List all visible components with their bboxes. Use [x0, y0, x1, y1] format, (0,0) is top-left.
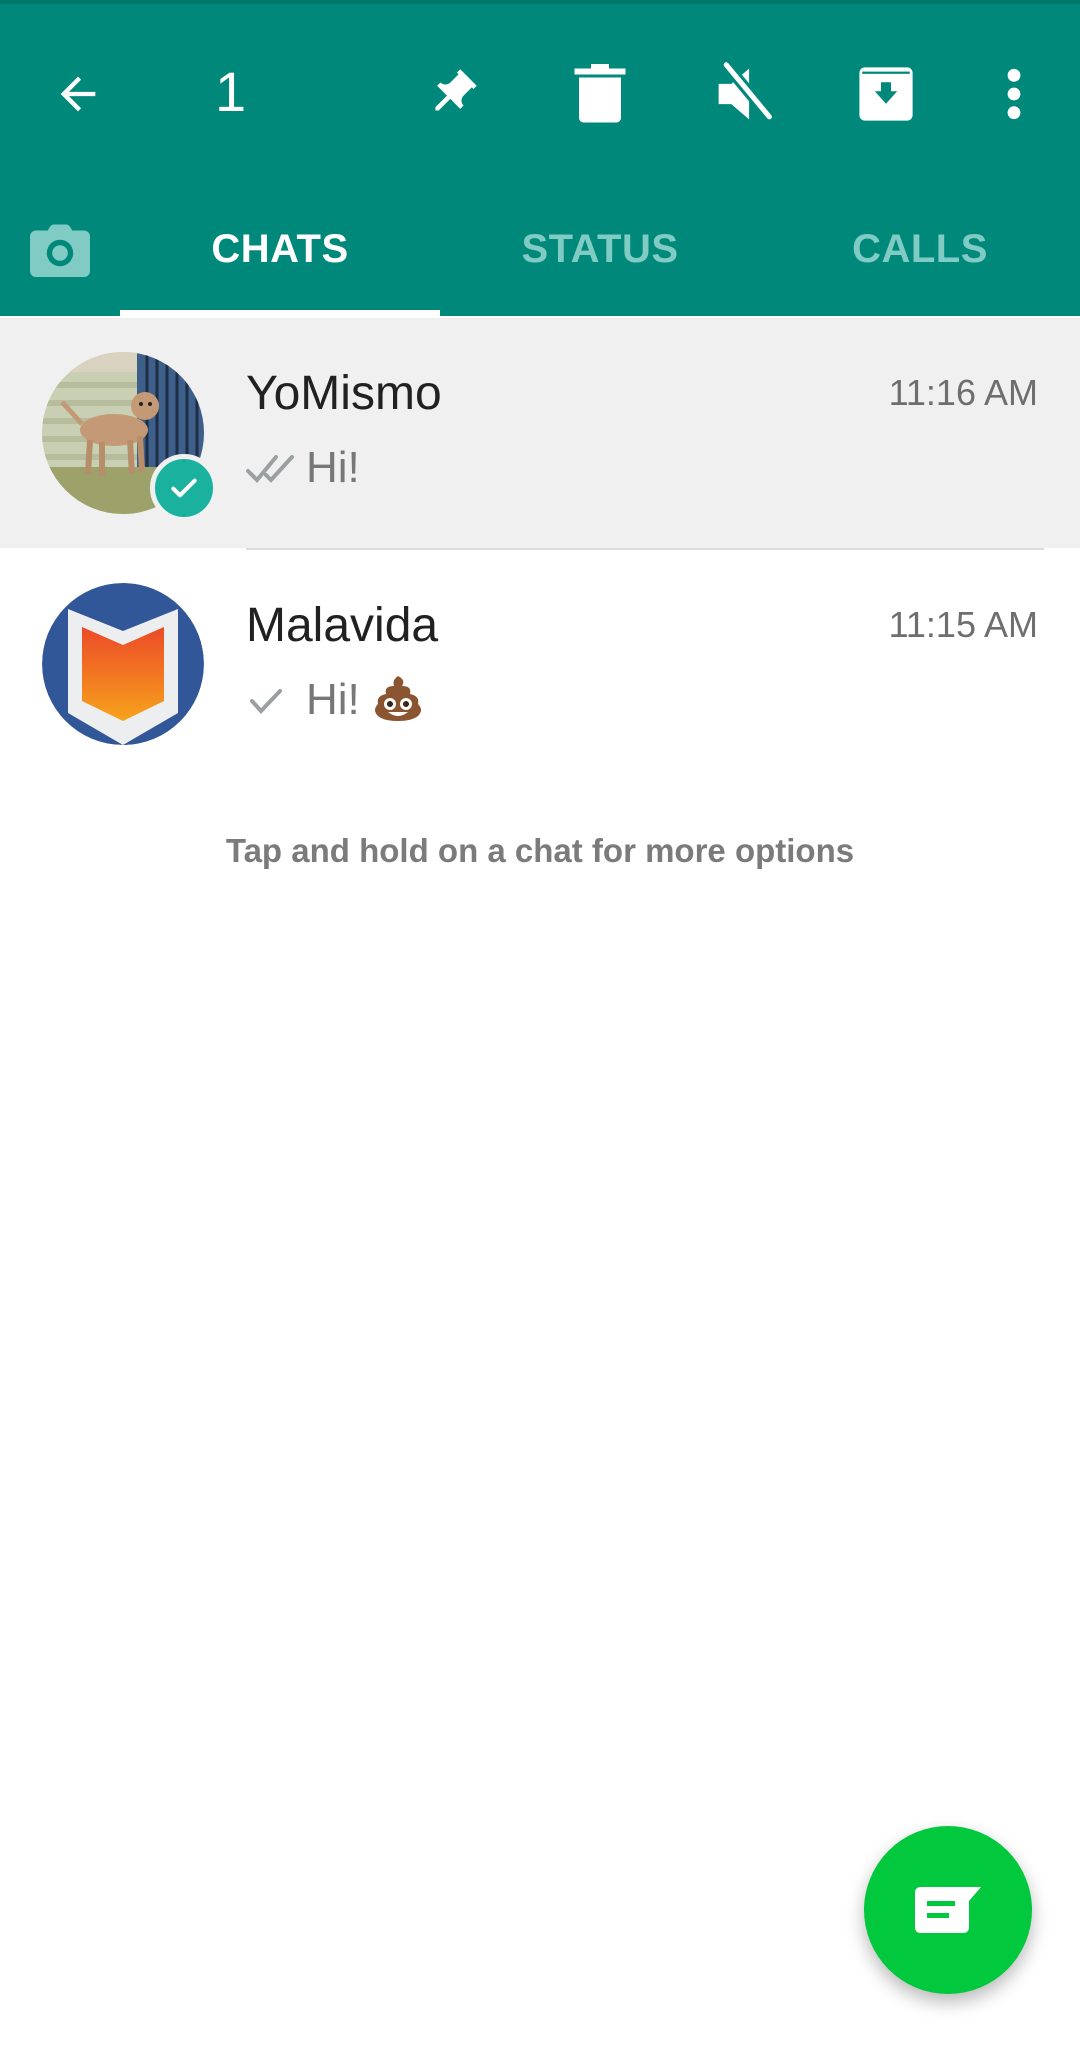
chat-name: YoMismo	[246, 367, 442, 420]
malavida-logo	[42, 583, 204, 745]
pin-button[interactable]	[412, 54, 492, 134]
single-check-icon	[250, 689, 282, 714]
new-chat-fab[interactable]	[864, 1826, 1032, 1994]
back-button[interactable]	[38, 54, 118, 134]
pin-icon	[435, 69, 477, 111]
chat-time: 11:16 AM	[888, 372, 1038, 413]
selected-count: 1	[215, 60, 247, 123]
mute-icon	[718, 61, 774, 121]
tab-calls[interactable]: CALLS	[760, 214, 1080, 284]
camera-icon	[30, 224, 90, 277]
app-bar: 1 CHATS STATUS CALLS	[0, 0, 1080, 320]
poop-emoji-icon	[372, 674, 424, 727]
delete-button[interactable]	[560, 54, 640, 134]
avatar-malavida[interactable]	[42, 583, 204, 745]
camera-tab[interactable]	[20, 210, 100, 290]
chat-row-yomismo[interactable]: YoMismo 11:16 AM Hi!	[0, 318, 1080, 548]
chat-name: Malavida	[246, 599, 439, 652]
archive-button[interactable]	[846, 54, 926, 134]
preview-text: Hi!	[306, 675, 360, 724]
hint-text: Tap and hold on a chat for more options	[225, 832, 855, 869]
preview-text: Hi!	[306, 443, 360, 492]
chat-preview: Hi!	[246, 672, 424, 728]
trash-icon	[574, 64, 626, 123]
archive-icon	[859, 67, 913, 121]
more-options-button[interactable]	[974, 54, 1054, 134]
tab-chats[interactable]: CHATS	[120, 214, 440, 284]
mute-button[interactable]	[704, 54, 784, 134]
new-chat-icon	[915, 1887, 981, 1933]
check-icon	[171, 478, 197, 498]
chat-preview: Hi!	[246, 440, 360, 496]
tab-status[interactable]: STATUS	[440, 214, 760, 284]
back-arrow-icon	[60, 76, 96, 112]
double-check-icon	[246, 455, 294, 483]
chat-time: 11:15 AM	[888, 604, 1038, 645]
more-vert-icon	[1007, 68, 1021, 120]
chat-row-malavida[interactable]: Malavida 11:15 AM Hi!	[0, 550, 1080, 780]
selected-check-badge	[150, 454, 218, 522]
